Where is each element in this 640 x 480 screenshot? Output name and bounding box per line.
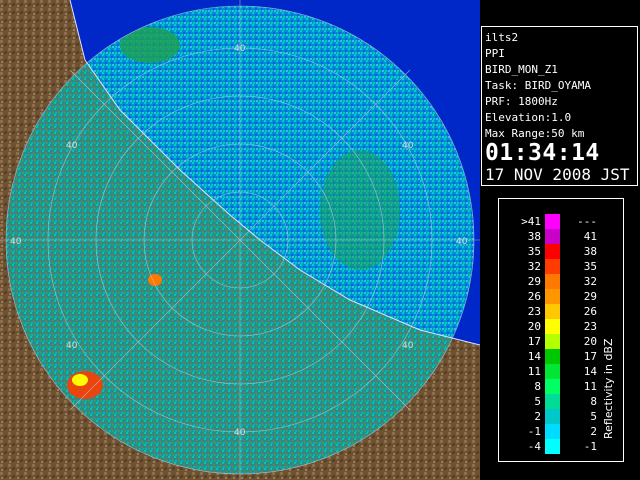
legend-color-swatch	[545, 379, 560, 394]
radar-ppi-map: 40 40 40 40 40 40 40 40	[0, 0, 480, 480]
legend-low-value: 20	[527, 320, 541, 333]
legend-low-value: >41	[521, 215, 541, 228]
legend-low-value: 35	[527, 245, 541, 258]
legend-high-value: 32	[583, 275, 597, 288]
legend-color-swatch	[545, 439, 560, 454]
legend-low-value: 17	[527, 335, 541, 348]
legend-low-value: 32	[527, 260, 541, 273]
ring-label-e: 40	[456, 237, 468, 247]
legend-color-swatch	[545, 229, 560, 244]
legend-color-swatch	[545, 319, 560, 334]
legend-color-swatch	[545, 274, 560, 289]
legend-high-value: 14	[583, 365, 597, 378]
ring-label-w: 40	[10, 237, 22, 247]
legend-color-swatch	[545, 424, 560, 439]
legend-high-value: 23	[583, 320, 597, 333]
legend-high-value: 29	[583, 290, 597, 303]
ring-label-nw: 40	[66, 141, 78, 151]
legend-unit-label: Reflectivity in dBZ	[602, 338, 615, 439]
legend-high-value: 41	[583, 230, 597, 243]
legend-color-swatch	[545, 394, 560, 409]
max-range-value: Max Range:50 km	[485, 127, 585, 140]
legend-color-swatch	[545, 304, 560, 319]
legend-row: 26 29	[499, 289, 609, 304]
legend-row: 11 14	[499, 364, 609, 379]
legend-row: 35 38	[499, 244, 609, 259]
legend-row: -4 -1	[499, 439, 609, 454]
legend-color-swatch	[545, 334, 560, 349]
ring-label-n: 40	[234, 44, 246, 54]
legend-high-value: 8	[590, 395, 597, 408]
legend-color-swatch	[545, 289, 560, 304]
legend-row: 29 32	[499, 274, 609, 289]
legend-row: >41 ---	[499, 214, 609, 229]
legend-color-swatch	[545, 364, 560, 379]
elevation-value: Elevation:1.0	[485, 111, 572, 124]
legend-low-value: 2	[534, 410, 541, 423]
legend-high-value: 35	[583, 260, 597, 273]
ring-label-se: 40	[402, 341, 414, 351]
ring-label-ne: 40	[402, 141, 414, 151]
legend-high-value: 38	[583, 245, 597, 258]
legend-low-value: 38	[527, 230, 541, 243]
task-name: Task: BIRD_OYAMA	[485, 79, 591, 92]
green-echo-east	[320, 150, 400, 270]
legend-row: 25	[499, 409, 609, 424]
range-rings	[0, 0, 480, 480]
legend-row: 17 20	[499, 334, 609, 349]
legend-row: 38 41	[499, 229, 609, 244]
legend-color-swatch	[545, 214, 560, 229]
legend-high-value: 17	[583, 350, 597, 363]
radar-name: ilts2	[485, 31, 519, 44]
legend-high-value: 20	[583, 335, 597, 348]
hot-echo-sw-core	[72, 374, 88, 386]
legend-low-value: 5	[534, 395, 541, 408]
legend-row: 23 26	[499, 304, 609, 319]
legend-color-swatch	[545, 409, 560, 424]
legend-low-value: -1	[527, 425, 541, 438]
legend-high-value: -1	[583, 440, 597, 453]
legend-color-swatch	[545, 244, 560, 259]
legend-high-value: 5	[590, 410, 597, 423]
legend-high-value: 11	[583, 380, 597, 393]
legend-low-value: 8	[534, 380, 541, 393]
radar-info-panel: ilts2 PPI BIRD_MON_Z1 Task: BIRD_OYAMA P…	[481, 26, 638, 186]
legend-low-value: -4	[527, 440, 541, 453]
legend-row: 32 35	[499, 259, 609, 274]
legend-low-value: 14	[527, 350, 541, 363]
legend-row: 58	[499, 394, 609, 409]
legend-high-value: ---	[577, 215, 597, 228]
legend-low-value: 26	[527, 290, 541, 303]
legend-low-value: 23	[527, 305, 541, 318]
product-type: PPI	[485, 47, 505, 60]
legend-low-value: 11	[527, 365, 541, 378]
ring-label-s: 40	[234, 428, 246, 438]
scan-name: BIRD_MON_Z1	[485, 63, 558, 76]
legend-low-value: 29	[527, 275, 541, 288]
scan-time: 01:34:14	[485, 140, 600, 166]
legend-row: 8 11	[499, 379, 609, 394]
reflectivity-legend: >41 --- 38 41 35 38 32 35 29 32 26 29 23 26 20 23 17 20 14…	[498, 198, 624, 462]
legend-color-swatch	[545, 349, 560, 364]
legend-high-value: 26	[583, 305, 597, 318]
legend-row: 20 23	[499, 319, 609, 334]
prf-value: PRF: 1800Hz	[485, 95, 558, 108]
scan-date: 17 NOV 2008 JST	[485, 165, 630, 184]
legend-color-swatch	[545, 259, 560, 274]
ring-label-sw: 40	[66, 341, 78, 351]
legend-row: -1 2	[499, 424, 609, 439]
legend-high-value: 2	[590, 425, 597, 438]
legend-row: 14 17	[499, 349, 609, 364]
